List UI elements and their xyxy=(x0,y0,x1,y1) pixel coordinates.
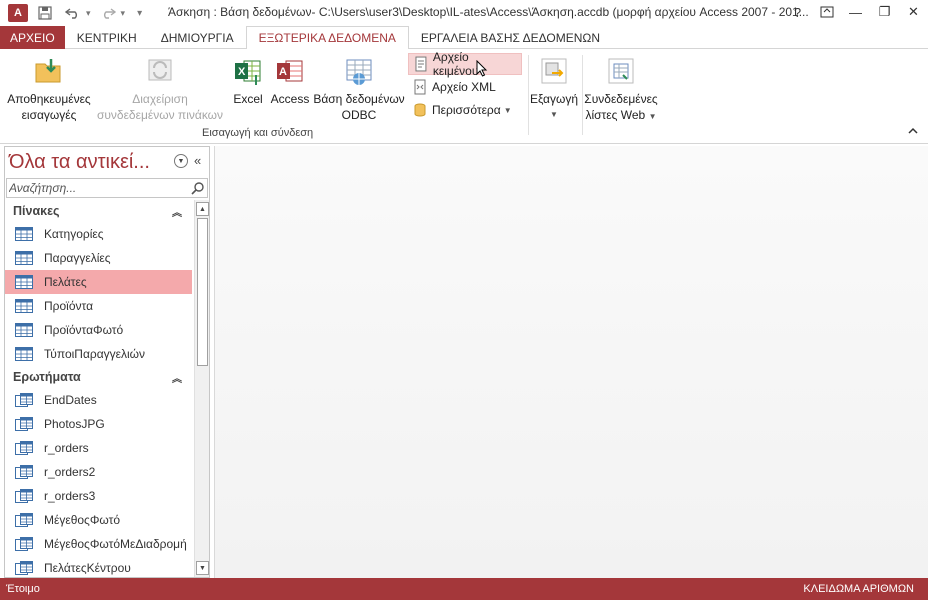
save-icon[interactable] xyxy=(34,3,56,23)
redo-dropdown-icon[interactable]: ▾ xyxy=(121,8,126,19)
list-item-query[interactable]: ΜέγεθοςΦωτόΜεΔιαδρομή xyxy=(5,532,192,556)
ribbon-divider xyxy=(528,55,529,135)
list-item-table-selected[interactable]: Πελάτες xyxy=(5,270,192,294)
tab-database-tools[interactable]: ΕΡΓΑΛΕΙΑ ΒΑΣΗΣ ΔΕΔΟΜΕΝΩΝ xyxy=(409,26,612,49)
saved-imports-icon xyxy=(35,59,61,83)
export-icon xyxy=(541,58,567,84)
undo-icon[interactable] xyxy=(62,3,84,23)
chevron-down-icon: ▼ xyxy=(648,112,657,121)
database-icon xyxy=(414,103,426,117)
list-item-query[interactable]: ΜέγεθοςΦωτό xyxy=(5,508,192,532)
list-item-table[interactable]: ΤύποιΠαραγγελιών xyxy=(5,342,192,366)
list-item-table[interactable]: Παραγγελίες xyxy=(5,246,192,270)
query-icon xyxy=(15,489,33,503)
saved-imports-button[interactable]: Αποθηκευμένες εισαγωγές xyxy=(6,55,92,123)
text-file-import-button[interactable]: Αρχείο κειμένου xyxy=(408,50,522,78)
query-icon xyxy=(15,537,33,551)
collapse-group-icon: ︽ xyxy=(172,208,182,219)
nav-object-list: Πίνακες ︽ Κατηγορίες Παραγγελίες Πελάτες… xyxy=(5,200,192,577)
tab-file[interactable]: ΑΡΧΕΙΟ xyxy=(0,26,65,49)
maximize-button[interactable]: ❐ xyxy=(870,0,899,24)
ribbon-tabs: ΑΡΧΕΙΟ ΚΕΝΤΡΙΚΗ ΔΗΜΙΟΥΡΓΙΑ ΕΞΩΤΕΡΙΚΑ ΔΕΔ… xyxy=(0,26,928,50)
scroll-up-icon[interactable]: ▲ xyxy=(196,202,209,216)
excel-icon: X xyxy=(235,60,261,85)
ribbon-display-icon[interactable] xyxy=(812,0,841,24)
scroll-down-icon[interactable]: ▼ xyxy=(196,561,209,575)
redo-icon[interactable] xyxy=(97,3,119,23)
nav-header: Όλα τα αντικεί... ▼ « xyxy=(5,147,209,177)
list-item-table[interactable]: ΠροϊόνταΦωτό xyxy=(5,318,192,342)
minimize-button[interactable]: — xyxy=(841,0,870,24)
linked-table-manager-icon xyxy=(148,59,172,81)
help-button[interactable]: ? xyxy=(783,0,812,24)
export-button[interactable]: Εξαγωγή ▼ xyxy=(530,55,578,123)
list-item-query[interactable]: r_orders xyxy=(5,436,192,460)
table-icon xyxy=(15,323,33,337)
collapse-group-icon: ︽ xyxy=(172,374,182,385)
customize-qat-icon[interactable]: ▾ xyxy=(137,8,142,19)
tab-external-data[interactable]: ΕΞΩΤΕΡΙΚΑ ΔΕΔΟΜΕΝΑ xyxy=(245,26,409,50)
access-icon: A xyxy=(277,60,303,82)
group-header-tables[interactable]: Πίνακες ︽ xyxy=(5,200,192,222)
list-item-query[interactable]: EndDates xyxy=(5,388,192,412)
ribbon: Αποθηκευμένες εισαγωγές Διαχείριση συνδε… xyxy=(0,49,928,144)
chevron-down-icon: ▼ xyxy=(550,110,558,119)
svg-text:X: X xyxy=(238,66,246,78)
query-icon xyxy=(15,393,33,407)
ribbon-divider xyxy=(582,55,583,135)
query-icon xyxy=(15,417,33,431)
search-icon[interactable] xyxy=(191,181,205,195)
list-item-table[interactable]: Κατηγορίες xyxy=(5,222,192,246)
list-item-query[interactable]: r_orders3 xyxy=(5,484,192,508)
table-icon xyxy=(15,251,33,265)
list-item-table[interactable]: Προϊόντα xyxy=(5,294,192,318)
linked-web-lists-button[interactable]: Συνδεδεμένες λίστες Web ▼ xyxy=(584,55,658,125)
xml-file-icon xyxy=(414,79,426,95)
table-icon xyxy=(15,227,33,241)
query-icon xyxy=(15,561,33,575)
group-header-queries[interactable]: Ερωτήματα ︽ xyxy=(5,366,192,388)
odbc-database-icon xyxy=(346,59,372,85)
access-import-button[interactable]: A Access xyxy=(270,55,310,107)
status-text: Έτοιμο xyxy=(6,583,40,595)
close-button[interactable]: ✕ xyxy=(899,0,928,24)
undo-dropdown-icon[interactable]: ▾ xyxy=(86,8,91,19)
chevron-down-icon: ▼ xyxy=(503,105,512,115)
document-workspace xyxy=(214,146,928,578)
table-icon xyxy=(15,347,33,361)
query-icon xyxy=(15,441,33,455)
num-lock-indicator: ΚΛΕΙΔΩΜΑ ΑΡΙΘΜΩΝ xyxy=(803,583,914,595)
list-item-query[interactable]: r_orders2 xyxy=(5,460,192,484)
window-title: Άσκηση : Βάση δεδομένων- C:\Users\user3\… xyxy=(168,5,809,19)
scrollbar-thumb[interactable] xyxy=(197,218,208,366)
status-bar: Έτοιμο ΚΛΕΙΔΩΜΑ ΑΡΙΘΜΩΝ xyxy=(0,578,928,600)
table-icon xyxy=(15,299,33,313)
nav-title[interactable]: Όλα τα αντικεί... xyxy=(9,151,150,174)
import-group-label: Εισαγωγή και σύνδεση xyxy=(202,127,314,139)
list-item-query[interactable]: PhotosJPG xyxy=(5,412,192,436)
title-bar: A ▾ ▾ ▾ Άσκηση : Βάση δεδομένων- C:\User… xyxy=(0,0,928,26)
search-input[interactable] xyxy=(7,181,187,195)
nav-menu-chevron-icon[interactable]: ▼ xyxy=(174,154,188,168)
nav-search-box xyxy=(6,178,208,198)
query-icon xyxy=(15,465,33,479)
query-icon xyxy=(15,513,33,527)
shutter-bar-close-icon[interactable]: « xyxy=(194,153,201,168)
access-app-icon[interactable]: A xyxy=(8,4,28,22)
tab-home[interactable]: ΚΕΝΤΡΙΚΗ xyxy=(65,26,149,49)
more-import-button[interactable]: Περισσότερα ▼ xyxy=(408,99,516,121)
list-item-query[interactable]: ΠελάτεςΚέντρου xyxy=(5,556,192,577)
mouse-cursor-icon xyxy=(476,59,488,81)
linked-table-manager-button[interactable]: Διαχείριση συνδεδεμένων πινάκων xyxy=(94,55,226,123)
odbc-database-button[interactable]: Βάση δεδομένων ODBC xyxy=(310,55,408,123)
table-icon xyxy=(15,275,33,289)
collapse-ribbon-icon[interactable] xyxy=(908,127,918,138)
svg-text:A: A xyxy=(279,66,287,78)
web-list-icon xyxy=(608,58,634,84)
text-file-icon xyxy=(415,56,427,72)
navigation-pane: Όλα τα αντικεί... ▼ « Πίνακες ︽ Κατηγορί… xyxy=(4,146,210,578)
nav-scrollbar[interactable]: ▲ ▼ xyxy=(194,200,209,577)
excel-import-button[interactable]: X Excel xyxy=(230,55,266,107)
tab-create[interactable]: ΔΗΜΙΟΥΡΓΙΑ xyxy=(149,26,246,49)
